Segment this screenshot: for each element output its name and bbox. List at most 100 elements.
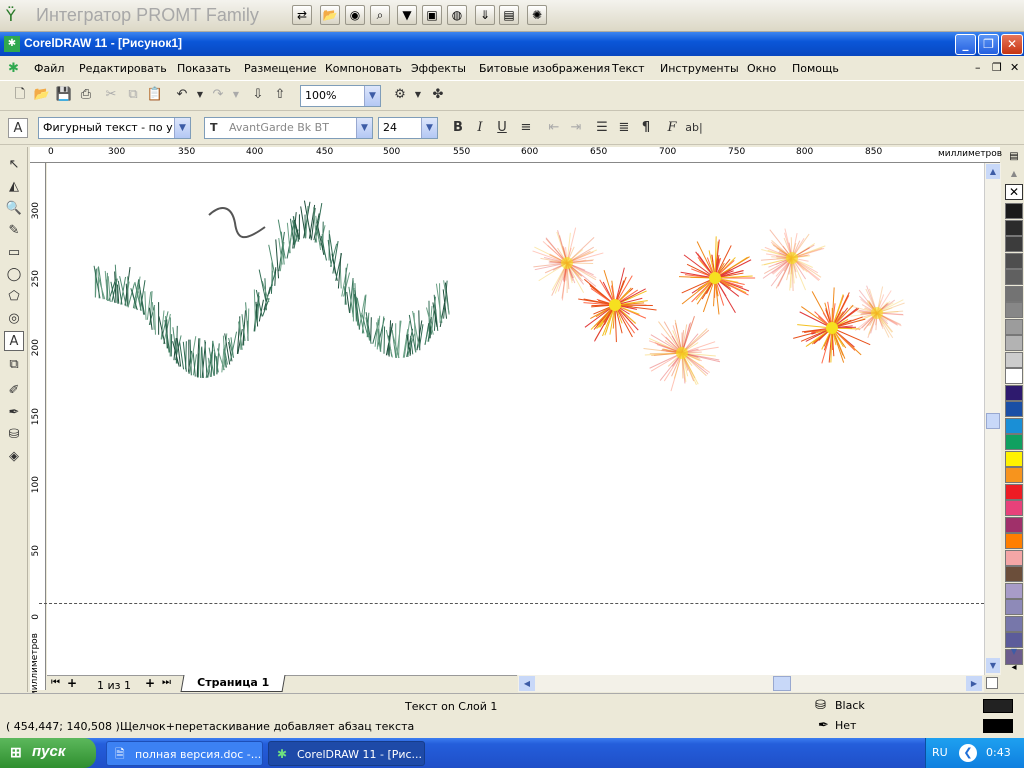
- color-swatch[interactable]: [1005, 467, 1023, 483]
- color-swatch[interactable]: [1005, 450, 1023, 467]
- undo-dropdown-icon[interactable]: ▼: [190, 85, 210, 105]
- outline-swatch[interactable]: [983, 719, 1013, 733]
- open-icon[interactable]: 📂: [32, 85, 52, 105]
- color-swatch[interactable]: [1005, 302, 1023, 318]
- scroll-down-icon[interactable]: ▼: [986, 658, 1000, 673]
- drawing-canvas[interactable]: [39, 163, 984, 675]
- redo-icon[interactable]: ↷: [208, 85, 228, 105]
- pick-tool-icon[interactable]: ↖: [4, 155, 24, 175]
- add-page-after-icon[interactable]: +: [145, 676, 155, 690]
- color-swatch[interactable]: [1005, 252, 1023, 269]
- add-page-before-icon[interactable]: +: [67, 676, 77, 690]
- redo-dropdown-icon[interactable]: ▼: [226, 85, 246, 105]
- color-swatch[interactable]: [1005, 599, 1023, 615]
- print-icon[interactable]: ⎙: [76, 85, 96, 105]
- menu-item-3[interactable]: Размещение: [244, 62, 317, 75]
- color-swatch[interactable]: [1005, 269, 1023, 285]
- navigator-corner[interactable]: [986, 677, 998, 689]
- zoom-select[interactable]: 100% ▼: [300, 85, 381, 107]
- menu-item-0[interactable]: Файл: [34, 62, 64, 75]
- edit-text-button[interactable]: ab|: [682, 118, 706, 138]
- language-indicator[interactable]: RU: [932, 746, 948, 759]
- color-swatch[interactable]: [1005, 335, 1023, 351]
- freehand-tool-icon[interactable]: ✎: [4, 221, 24, 241]
- color-swatch[interactable]: [1005, 236, 1023, 252]
- filter-icon[interactable]: ▼: [397, 5, 417, 25]
- globe-icon[interactable]: ◉: [345, 5, 365, 25]
- horizontal-scroll-thumb[interactable]: [773, 676, 791, 691]
- taskbar-task-word[interactable]: 🗎 полная версия.doc -...: [106, 741, 263, 766]
- interactive-fill-icon[interactable]: ◈: [4, 447, 24, 467]
- color-swatch[interactable]: [1005, 318, 1023, 335]
- color-swatch[interactable]: [1005, 219, 1023, 236]
- color-swatch[interactable]: [1005, 384, 1023, 401]
- copy-icon[interactable]: ⧉: [123, 85, 143, 105]
- launcher-dropdown-icon[interactable]: ▼: [408, 85, 428, 105]
- interactive-blend-icon[interactable]: ⧉: [4, 355, 24, 375]
- last-page-icon[interactable]: ⏭: [162, 677, 171, 688]
- outline-pen-icon[interactable]: ✒: [4, 403, 24, 423]
- download-icon[interactable]: ⇓: [475, 5, 495, 25]
- fill-bucket-icon[interactable]: ⛁: [4, 425, 24, 445]
- color-swatch[interactable]: [1005, 615, 1023, 632]
- color-swatch[interactable]: [1005, 566, 1023, 582]
- cut-icon[interactable]: ✂: [101, 85, 121, 105]
- minimize-button[interactable]: _: [955, 34, 976, 55]
- color-swatch[interactable]: [1005, 351, 1023, 368]
- palette-scroll-down-icon[interactable]: ▼: [1005, 647, 1023, 659]
- zoom-tool-icon[interactable]: 🔍: [4, 199, 24, 219]
- save-icon[interactable]: 💾: [54, 85, 74, 105]
- tray-expand-icon[interactable]: ❮: [959, 744, 977, 762]
- search-icon[interactable]: ⌕: [370, 5, 390, 25]
- restore-button[interactable]: ❐: [978, 34, 999, 55]
- menu-item-2[interactable]: Показать: [177, 62, 231, 75]
- format-text-button[interactable]: F: [662, 118, 682, 138]
- color-swatch[interactable]: [1005, 368, 1023, 384]
- export-icon[interactable]: ⇧: [270, 85, 290, 105]
- menu-item-7[interactable]: Текст: [612, 62, 645, 75]
- menu-item-10[interactable]: Помощь: [792, 62, 839, 75]
- color-swatch[interactable]: [1005, 401, 1023, 417]
- close-button[interactable]: ✕: [1001, 34, 1023, 55]
- first-page-icon[interactable]: ⏮: [51, 677, 60, 688]
- color-swatch[interactable]: [1005, 582, 1023, 599]
- menu-item-9[interactable]: Окно: [747, 62, 776, 75]
- increase-indent-icon[interactable]: ⇥: [566, 118, 586, 138]
- palette-expand-icon[interactable]: ◂: [1005, 662, 1023, 676]
- underline-button[interactable]: U: [492, 118, 512, 138]
- doc-close-button[interactable]: ✕: [1010, 61, 1019, 74]
- vertical-scrollbar[interactable]: ▲ ▼: [984, 163, 1001, 675]
- scroll-up-icon[interactable]: ▲: [986, 164, 1000, 179]
- color-swatch[interactable]: [1005, 632, 1023, 648]
- bullet-list-icon[interactable]: ☰: [592, 118, 612, 138]
- ellipse-tool-icon[interactable]: ◯: [4, 265, 24, 285]
- doc-restore-button[interactable]: ❐: [992, 61, 1002, 74]
- spiral-tool-icon[interactable]: ◎: [4, 309, 24, 329]
- translate-icon[interactable]: ⇄: [292, 5, 312, 25]
- font-size-select[interactable]: 24 ▼: [378, 117, 438, 139]
- scroll-left-icon[interactable]: ◀: [519, 676, 535, 691]
- palette-options-icon[interactable]: ▤: [1005, 151, 1023, 167]
- color-swatch[interactable]: [1005, 203, 1023, 219]
- horizontal-scrollbar[interactable]: ◀ ▶: [518, 675, 984, 692]
- scroll-right-icon[interactable]: ▶: [966, 676, 982, 691]
- color-swatch[interactable]: [1005, 516, 1023, 533]
- taskbar-task-coreldraw[interactable]: ✱ CorelDRAW 11 - [Рис...: [268, 741, 425, 766]
- drop-cap-icon[interactable]: ≣: [614, 118, 634, 138]
- color-swatch[interactable]: [1005, 417, 1023, 434]
- dictionary-icon[interactable]: ▤: [499, 5, 519, 25]
- shape-tool-icon[interactable]: ◭: [4, 177, 24, 197]
- application-launcher-icon[interactable]: ⚙: [390, 85, 410, 105]
- paragraph-button[interactable]: ¶: [636, 118, 656, 138]
- settings-icon[interactable]: ✺: [527, 5, 547, 25]
- rectangle-tool-icon[interactable]: ▭: [4, 243, 24, 263]
- doc-minimize-button[interactable]: –: [975, 61, 981, 74]
- bold-button[interactable]: B: [448, 118, 468, 138]
- corel-online-icon[interactable]: ✤: [428, 85, 448, 105]
- eyedropper-icon[interactable]: ✐: [4, 381, 24, 401]
- color-swatch[interactable]: [1005, 533, 1023, 549]
- vertical-scroll-thumb[interactable]: [986, 413, 1000, 429]
- start-button[interactable]: ⊞ пуск: [0, 738, 96, 768]
- menu-item-6[interactable]: Битовые изображения: [479, 62, 610, 75]
- web-icon[interactable]: ◍: [447, 5, 467, 25]
